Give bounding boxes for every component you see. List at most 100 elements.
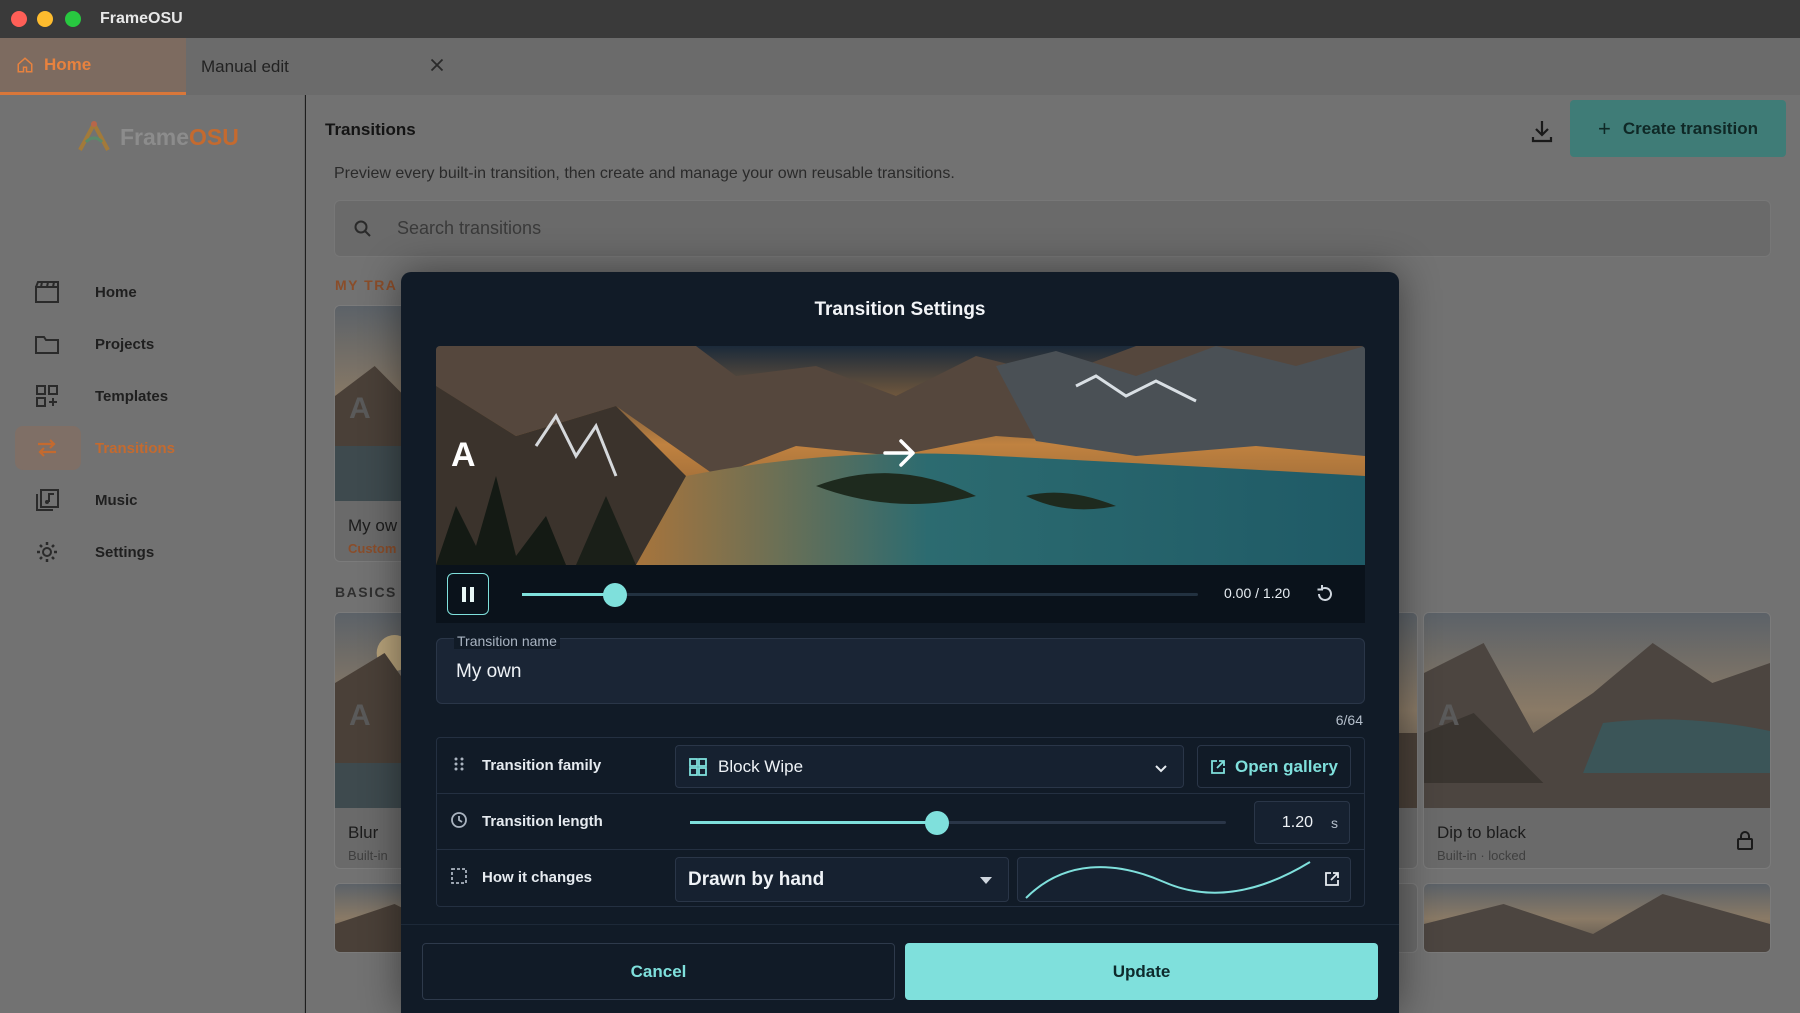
update-label: Update bbox=[1112, 961, 1171, 981]
transition-family-select[interactable]: Block Wipe bbox=[675, 745, 1184, 788]
sidebar-item-label: Projects bbox=[95, 335, 155, 353]
tab-bar: Home Manual edit bbox=[0, 38, 1800, 95]
sidebar-item-label: Home bbox=[95, 283, 137, 301]
playback-time: 0.00 / 1.20 bbox=[1224, 585, 1291, 601]
transition-length-input[interactable]: 1.20 s bbox=[1254, 801, 1350, 844]
section-label-basics: BASICS bbox=[335, 584, 397, 600]
drag-handle-icon[interactable] bbox=[450, 755, 468, 773]
sidebar-item-label: Templates bbox=[95, 387, 169, 405]
sidebar-item-label: Transitions bbox=[95, 439, 176, 457]
dashed-square-icon bbox=[451, 868, 467, 884]
sidebar-item-home[interactable]: Home bbox=[15, 270, 295, 314]
sidebar-item-label: Music bbox=[95, 491, 138, 509]
settings-rows: Transition family Block Wipe Open galler… bbox=[436, 737, 1365, 907]
external-link-icon bbox=[1211, 759, 1225, 774]
length-slider-handle[interactable] bbox=[924, 811, 949, 835]
chevron-down-icon bbox=[1155, 765, 1167, 773]
replay-icon[interactable] bbox=[1314, 583, 1336, 605]
title-bar: FrameOSU bbox=[0, 0, 1800, 38]
grid-plus-icon bbox=[36, 385, 58, 407]
card-thumbnail bbox=[1424, 613, 1770, 808]
preview-scrubber[interactable] bbox=[522, 583, 1198, 607]
preview-player: 0.00 / 1.20 bbox=[436, 565, 1365, 623]
card-letter: A bbox=[349, 699, 371, 732]
easing-select[interactable]: Drawn by hand bbox=[675, 857, 1009, 902]
minimize-window-button[interactable] bbox=[37, 11, 53, 27]
preview-letter: A bbox=[451, 436, 476, 474]
sidebar-item-music[interactable]: Music bbox=[15, 478, 295, 522]
tab-manual-edit[interactable]: Manual edit bbox=[186, 38, 466, 95]
card-title: My ow bbox=[348, 516, 398, 535]
search-input[interactable]: Search transitions bbox=[334, 200, 1771, 257]
card-title: Dip to black bbox=[1437, 823, 1526, 842]
transition-length-slider[interactable] bbox=[690, 811, 1226, 835]
card-subtitle: Built-in bbox=[348, 848, 388, 863]
page-title: Transitions bbox=[325, 120, 416, 139]
row-how-it-changes: How it changes Drawn by hand bbox=[437, 850, 1364, 906]
brand-name: FrameOSU bbox=[120, 124, 239, 151]
transition-settings-dialog: Transition Settings A 0.00 / 1.20 Transi… bbox=[401, 272, 1399, 1013]
download-icon[interactable] bbox=[1528, 117, 1556, 145]
brand-logo: FrameOSU bbox=[76, 120, 239, 154]
sidebar-item-templates[interactable]: Templates bbox=[15, 374, 295, 418]
transition-length-value: 1.20 bbox=[1281, 814, 1313, 831]
sidebar-item-transitions[interactable]: Transitions bbox=[15, 426, 175, 470]
gear-icon bbox=[37, 542, 57, 562]
transition-name-field[interactable]: Transition name My own bbox=[436, 633, 1365, 704]
pause-button[interactable] bbox=[447, 573, 489, 615]
dialog-footer: Cancel Update bbox=[401, 924, 1399, 1013]
zoom-window-button[interactable] bbox=[65, 11, 81, 27]
music-library-icon bbox=[36, 489, 59, 511]
tab-manual-edit-label: Manual edit bbox=[201, 56, 289, 76]
how-it-changes-label: How it changes bbox=[482, 869, 593, 886]
page-subtitle: Preview every built-in transition, then … bbox=[334, 165, 955, 182]
pause-icon-bar bbox=[470, 587, 474, 602]
transition-length-label: Transition length bbox=[482, 813, 603, 830]
open-gallery-label: Open gallery bbox=[1235, 756, 1338, 776]
grid-icon bbox=[689, 758, 707, 776]
transition-card-dip-to-black[interactable]: A Dip to black Built-in · locked bbox=[1423, 612, 1771, 869]
create-transition-label: Create transition bbox=[1622, 118, 1758, 138]
sidebar: FrameOSU Home Projects Templates Transit… bbox=[0, 95, 305, 1013]
dialog-title: Transition Settings bbox=[814, 299, 986, 320]
folder-icon bbox=[35, 336, 59, 354]
transition-name-value[interactable]: My own bbox=[456, 661, 521, 683]
tab-home-label: Home bbox=[44, 55, 92, 74]
brand-name-part1: Frame bbox=[120, 123, 190, 150]
cancel-button[interactable]: Cancel bbox=[422, 943, 895, 1000]
character-count: 6/64 bbox=[1335, 712, 1363, 728]
search-icon bbox=[354, 220, 371, 237]
scrubber-fill bbox=[522, 593, 615, 596]
close-icon[interactable] bbox=[426, 54, 448, 76]
scrubber-handle[interactable] bbox=[602, 583, 627, 607]
sidebar-item-label: Settings bbox=[95, 543, 155, 561]
transition-family-label: Transition family bbox=[482, 757, 602, 774]
edit-curve-icon[interactable] bbox=[1324, 871, 1340, 887]
transition-name-label: Transition name bbox=[454, 633, 560, 649]
logo-icon bbox=[78, 121, 110, 151]
card-subtitle: Built-in · locked bbox=[1437, 848, 1526, 863]
close-window-button[interactable] bbox=[11, 11, 27, 27]
app-title: FrameOSU bbox=[100, 10, 183, 27]
brand-name-part2: OSU bbox=[189, 123, 239, 150]
transition-card-row3-c[interactable] bbox=[1423, 883, 1771, 953]
open-gallery-button[interactable]: Open gallery bbox=[1197, 745, 1351, 788]
tab-home[interactable]: Home bbox=[0, 38, 186, 95]
length-slider-fill bbox=[690, 821, 937, 824]
transition-preview: A bbox=[436, 346, 1365, 565]
sidebar-item-settings[interactable]: Settings bbox=[15, 530, 295, 574]
lock-icon bbox=[1737, 831, 1753, 850]
sidebar-nav: Home Projects Templates Transitions Musi… bbox=[15, 270, 295, 582]
easing-curve-graph bbox=[1025, 861, 1311, 899]
create-transition-button[interactable]: + Create transition bbox=[1570, 100, 1786, 157]
card-letter: A bbox=[1438, 699, 1460, 732]
sidebar-item-projects[interactable]: Projects bbox=[15, 322, 295, 366]
card-thumbnail bbox=[1424, 884, 1770, 952]
clock-icon bbox=[451, 812, 467, 828]
transition-length-unit: s bbox=[1331, 815, 1338, 831]
update-button[interactable]: Update bbox=[905, 943, 1378, 1000]
row-transition-length: Transition length 1.20 s bbox=[437, 794, 1364, 850]
search-placeholder: Search transitions bbox=[397, 218, 542, 238]
easing-curve-preview[interactable] bbox=[1017, 857, 1351, 902]
card-title: Blur bbox=[348, 823, 379, 842]
